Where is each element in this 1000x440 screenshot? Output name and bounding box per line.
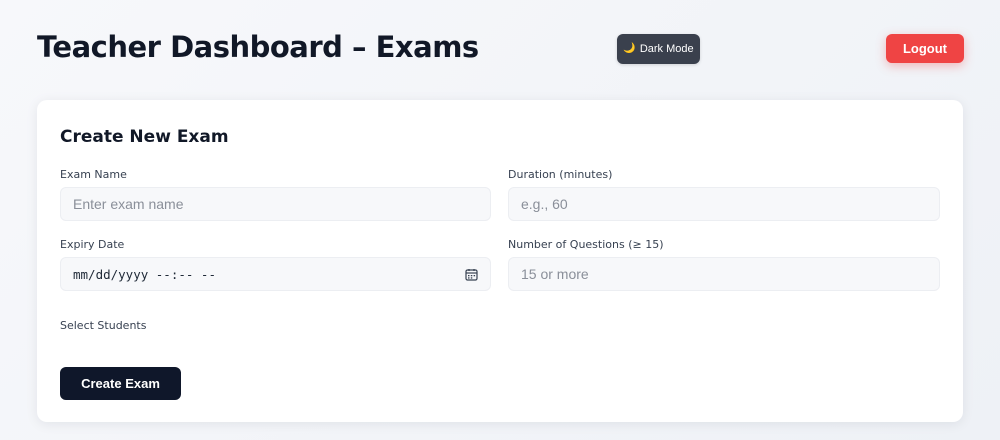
logout-button[interactable]: Logout [886,34,964,63]
duration-label: Duration (minutes) [508,168,613,181]
num-questions-label: Number of Questions (≥ 15) [508,238,664,251]
create-exam-card: Create New Exam Exam Name Enter exam nam… [37,100,963,422]
card-title: Create New Exam [60,127,229,147]
exam-name-placeholder: Enter exam name [73,196,184,212]
exam-name-input[interactable]: Enter exam name [60,187,491,221]
duration-placeholder: e.g., 60 [521,196,568,212]
dark-mode-label: Dark Mode [639,43,694,55]
expiry-date-label: Expiry Date [60,238,125,251]
duration-input[interactable]: e.g., 60 [508,187,940,221]
create-exam-button[interactable]: Create Exam [60,367,181,400]
moon-icon: 🌙 [623,43,636,54]
page-title: Teacher Dashboard – Exams [37,30,479,64]
dark-mode-button[interactable]: 🌙 Dark Mode [617,34,700,64]
exam-name-label: Exam Name [60,168,127,181]
num-questions-placeholder: 15 or more [521,266,589,282]
num-questions-input[interactable]: 15 or more [508,257,940,291]
expiry-date-display: mm/dd/yyyy --:-- -- [73,266,216,282]
expiry-date-input[interactable]: mm/dd/yyyy --:-- -- [60,257,491,291]
select-students-label: Select Students [60,319,147,332]
calendar-icon[interactable] [465,268,478,281]
